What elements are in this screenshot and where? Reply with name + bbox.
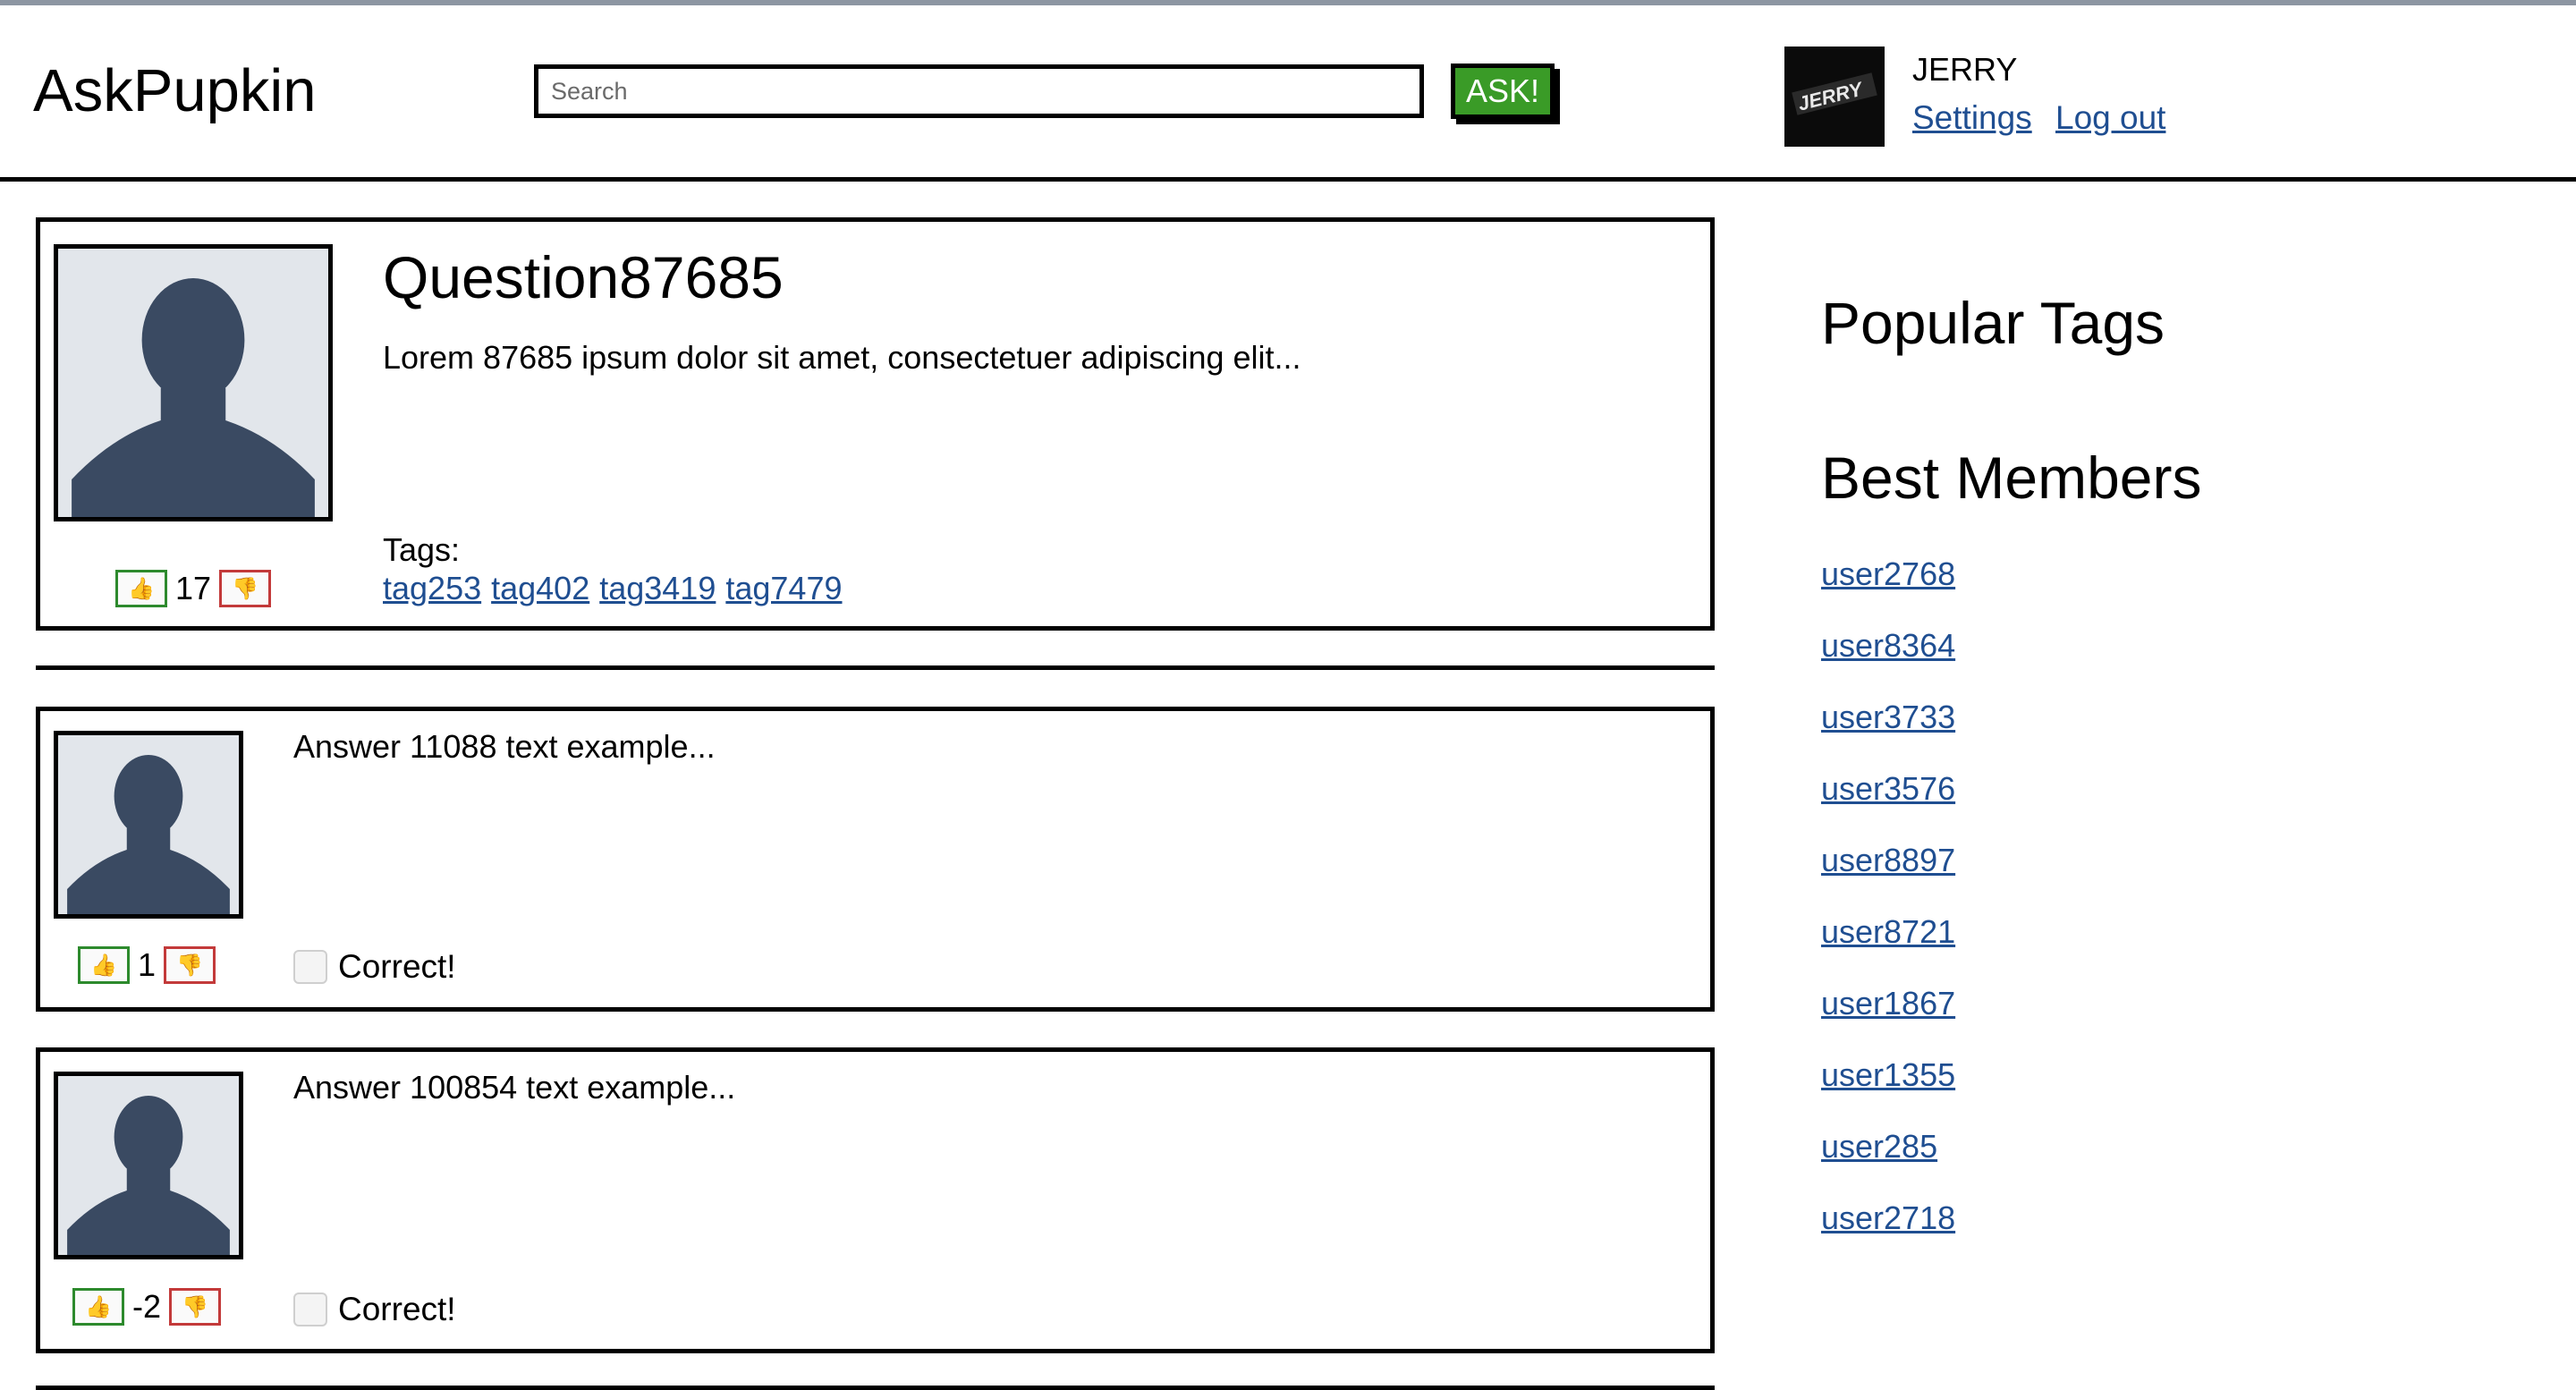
answer-text: Answer 11088 text example... bbox=[293, 728, 716, 765]
tag-link[interactable]: tag253 bbox=[383, 569, 481, 608]
thumbs-up-icon: 👍 bbox=[90, 953, 117, 978]
answer-vote-group: 👍 -2 👎 bbox=[72, 1288, 222, 1326]
member-link[interactable]: user1867 bbox=[1821, 985, 1955, 1021]
vote-down-button[interactable]: 👎 bbox=[169, 1288, 222, 1326]
thumbs-up-icon: 👍 bbox=[85, 1294, 112, 1319]
question-vote-group: 👍 17 👎 bbox=[115, 570, 272, 607]
tags-list: tag253 tag402 tag3419 tag7479 bbox=[383, 569, 843, 608]
answer-text: Answer 100854 text example... bbox=[293, 1069, 736, 1106]
answer-card: 👍 1 👎 Answer 11088 text example... Corre… bbox=[36, 707, 1715, 1012]
list-item: user2718 bbox=[1821, 1196, 1955, 1267]
vote-count: 17 bbox=[175, 570, 212, 606]
thumbs-up-icon: 👍 bbox=[128, 576, 155, 601]
vote-count: -2 bbox=[132, 1288, 162, 1325]
list-item: user8897 bbox=[1821, 838, 1955, 910]
member-link[interactable]: user2768 bbox=[1821, 555, 1955, 592]
divider bbox=[36, 665, 1715, 670]
answer-vote-group: 👍 1 👎 bbox=[78, 946, 216, 984]
vote-count: 1 bbox=[138, 946, 157, 983]
answer-avatar bbox=[54, 1072, 243, 1259]
list-item: user2768 bbox=[1821, 552, 1955, 623]
correct-checkbox[interactable] bbox=[293, 950, 327, 984]
member-link[interactable]: user2718 bbox=[1821, 1199, 1955, 1236]
member-link[interactable]: user8364 bbox=[1821, 627, 1955, 664]
logout-link[interactable]: Log out bbox=[2055, 97, 2165, 139]
vote-up-button[interactable]: 👍 bbox=[78, 946, 130, 984]
search-input[interactable] bbox=[534, 64, 1424, 118]
answer-card: 👍 -2 👎 Answer 100854 text example... Cor… bbox=[36, 1047, 1715, 1353]
tag-link[interactable]: tag402 bbox=[491, 569, 589, 608]
question-text: Lorem 87685 ipsum dolor sit amet, consec… bbox=[383, 339, 1301, 376]
tag-link[interactable]: tag3419 bbox=[599, 569, 716, 608]
list-item: user285 bbox=[1821, 1124, 1955, 1196]
site-header: AskPupkin ASK! JERRY JERRY Settings Log … bbox=[0, 5, 2576, 182]
thumbs-down-icon: 👎 bbox=[176, 953, 203, 978]
tag-link[interactable]: tag7479 bbox=[725, 569, 842, 608]
correct-toggle[interactable]: Correct! bbox=[293, 947, 456, 987]
settings-link[interactable]: Settings bbox=[1912, 97, 2032, 139]
member-link[interactable]: user3733 bbox=[1821, 699, 1955, 735]
vote-down-button[interactable]: 👎 bbox=[164, 946, 216, 984]
correct-label: Correct! bbox=[338, 948, 456, 985]
answer-avatar bbox=[54, 731, 243, 919]
site-logo[interactable]: AskPupkin bbox=[33, 55, 317, 127]
username: JERRY bbox=[1912, 51, 2018, 88]
member-link[interactable]: user8721 bbox=[1821, 913, 1955, 950]
member-link[interactable]: user8897 bbox=[1821, 842, 1955, 878]
list-item: user3576 bbox=[1821, 767, 1955, 838]
tags-label: Tags: bbox=[383, 531, 461, 568]
best-members-title: Best Members bbox=[1821, 445, 2202, 511]
list-item: user1867 bbox=[1821, 981, 1955, 1053]
list-item: user8364 bbox=[1821, 623, 1955, 695]
list-item: user3733 bbox=[1821, 695, 1955, 767]
vote-down-button[interactable]: 👎 bbox=[219, 570, 272, 607]
question-title: Question87685 bbox=[383, 244, 784, 310]
person-silhouette-icon bbox=[58, 735, 239, 914]
best-members-list: user2768 user8364 user3733 user3576 user… bbox=[1821, 552, 1955, 1267]
divider bbox=[36, 1386, 1715, 1390]
member-link[interactable]: user3576 bbox=[1821, 770, 1955, 807]
thumbs-down-icon: 👎 bbox=[232, 576, 258, 601]
user-avatar: JERRY bbox=[1784, 47, 1885, 147]
thumbs-down-icon: 👎 bbox=[182, 1294, 208, 1319]
member-link[interactable]: user285 bbox=[1821, 1128, 1937, 1165]
vote-up-button[interactable]: 👍 bbox=[72, 1288, 124, 1326]
question-card: 👍 17 👎 Question87685 Lorem 87685 ipsum d… bbox=[36, 217, 1715, 631]
correct-label: Correct! bbox=[338, 1291, 456, 1327]
list-item: user1355 bbox=[1821, 1053, 1955, 1124]
correct-checkbox[interactable] bbox=[293, 1293, 327, 1326]
question-avatar bbox=[54, 244, 333, 521]
person-silhouette-icon bbox=[58, 1076, 239, 1255]
member-link[interactable]: user1355 bbox=[1821, 1056, 1955, 1093]
popular-tags-title: Popular Tags bbox=[1821, 290, 2165, 356]
person-silhouette-icon bbox=[58, 249, 328, 517]
correct-toggle[interactable]: Correct! bbox=[293, 1290, 456, 1329]
ask-button[interactable]: ASK! bbox=[1451, 64, 1555, 119]
vote-up-button[interactable]: 👍 bbox=[115, 570, 167, 607]
list-item: user8721 bbox=[1821, 910, 1955, 981]
